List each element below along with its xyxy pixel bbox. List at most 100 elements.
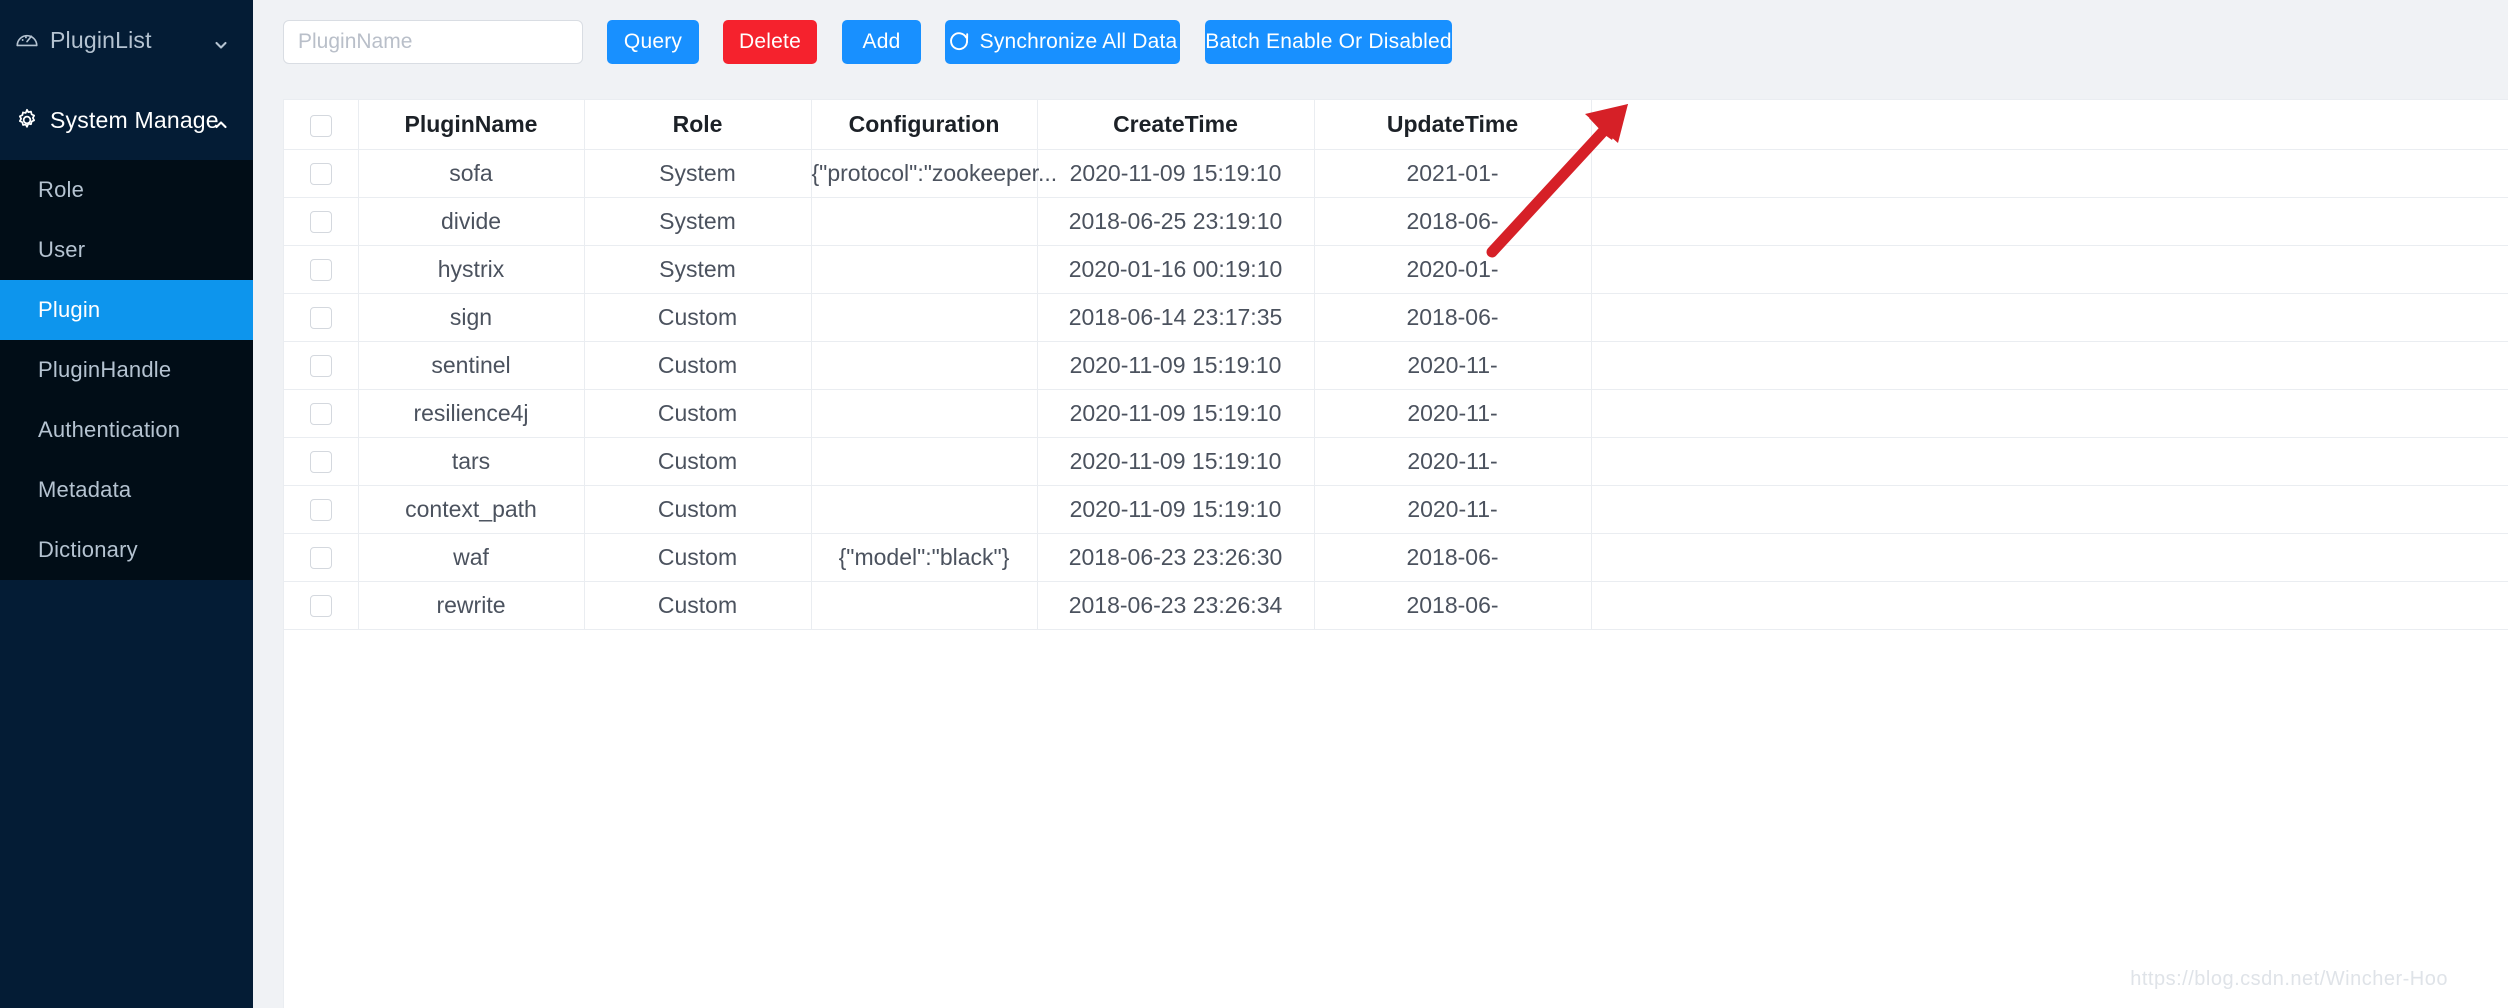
- column-header-role[interactable]: Role: [584, 100, 812, 150]
- plugin-table-container[interactable]: PluginName Role Configuration CreateTime…: [283, 99, 2508, 1008]
- cell-overflow: [1591, 149, 2508, 198]
- row-checkbox[interactable]: [309, 307, 332, 330]
- sidebar-item-user[interactable]: User: [0, 220, 253, 280]
- cell-createtime: 2020-11-09 15:19:10: [1037, 485, 1315, 534]
- row-checkbox[interactable]: [309, 355, 332, 378]
- table-row[interactable]: waf Custom {"model":"black"} 2018-06-23 23:…: [284, 533, 2508, 582]
- row-checkbox-cell[interactable]: [284, 293, 359, 342]
- cell-overflow: [1591, 581, 2508, 630]
- row-checkbox[interactable]: [309, 403, 332, 426]
- row-checkbox-cell[interactable]: [284, 533, 359, 582]
- table-row[interactable]: sofa System {"protocol":"zookeeper... 2020-…: [284, 149, 2508, 198]
- column-header-updatetime[interactable]: UpdateTime: [1314, 100, 1592, 150]
- synchronize-all-data-button[interactable]: Synchronize All Data: [945, 20, 1180, 64]
- row-checkbox[interactable]: [309, 499, 332, 522]
- column-header-createtime[interactable]: CreateTime: [1037, 100, 1315, 150]
- cell-configuration: [811, 293, 1038, 342]
- delete-button[interactable]: Delete: [723, 20, 817, 64]
- cell-overflow: [1591, 485, 2508, 534]
- cell-createtime: 2018-06-23 23:26:34: [1037, 581, 1315, 630]
- cell-role: Custom: [584, 533, 812, 582]
- sidebar-item-plugin[interactable]: Plugin: [0, 280, 253, 340]
- cell-pluginname: waf: [358, 533, 585, 582]
- chevron-up-icon[interactable]: [213, 112, 229, 129]
- cell-updatetime: 2020-11-: [1314, 389, 1592, 438]
- cell-role: Custom: [584, 341, 812, 390]
- column-header-pluginname[interactable]: PluginName: [358, 100, 585, 150]
- cell-overflow: [1591, 197, 2508, 246]
- cell-configuration: {"protocol":"zookeeper...: [811, 149, 1057, 198]
- table-row[interactable]: resilience4j Custom 2020-11-09 15:19:10 202…: [284, 389, 2508, 438]
- row-checkbox-cell[interactable]: [284, 149, 359, 198]
- sidebar-item-label: Role: [38, 177, 85, 202]
- cell-pluginname: sentinel: [358, 341, 585, 390]
- cell-overflow: [1591, 437, 2508, 486]
- cell-configuration: {"model":"black"}: [811, 533, 1038, 582]
- sidebar-item-system-manage[interactable]: System Manage: [0, 80, 253, 160]
- select-all-checkbox[interactable]: [309, 114, 332, 137]
- cell-updatetime: 2018-06-: [1314, 197, 1592, 246]
- select-all-header[interactable]: [284, 100, 359, 150]
- row-checkbox[interactable]: [309, 547, 332, 570]
- main-content: Query Delete Add Synchronize All Data Ba…: [253, 0, 2508, 1008]
- cell-configuration: [811, 581, 1038, 630]
- row-checkbox[interactable]: [309, 451, 332, 474]
- batch-enable-or-disabled-button[interactable]: Batch Enable Or Disabled: [1205, 20, 1452, 64]
- table-row[interactable]: rewrite Custom 2018-06-23 23:26:34 2018-06-: [284, 581, 2508, 630]
- cell-updatetime: 2020-11-: [1314, 485, 1592, 534]
- table-row[interactable]: tars Custom 2020-11-09 15:19:10 2020-11-: [284, 437, 2508, 486]
- cell-pluginname: rewrite: [358, 581, 585, 630]
- gear-icon: [14, 107, 48, 133]
- sidebar-item-role[interactable]: Role: [0, 160, 253, 220]
- row-checkbox[interactable]: [309, 259, 332, 282]
- row-checkbox-cell[interactable]: [284, 341, 359, 390]
- column-header-overflow: [1591, 100, 2508, 150]
- sidebar-item-metadata[interactable]: Metadata: [0, 460, 253, 520]
- table-row[interactable]: sign Custom 2018-06-14 23:17:35 2018-06-: [284, 293, 2508, 342]
- column-header-configuration[interactable]: Configuration: [811, 100, 1038, 150]
- cell-updatetime: 2020-01-: [1314, 245, 1592, 294]
- add-button[interactable]: Add: [842, 20, 921, 64]
- row-checkbox-cell[interactable]: [284, 245, 359, 294]
- cell-pluginname: hystrix: [358, 245, 585, 294]
- add-button-label: Add: [862, 30, 901, 53]
- cell-createtime: 2018-06-14 23:17:35: [1037, 293, 1315, 342]
- sidebar-item-pluginlist[interactable]: PluginList: [0, 0, 253, 80]
- cell-updatetime: 2018-06-: [1314, 293, 1592, 342]
- cell-configuration: [811, 437, 1038, 486]
- row-checkbox-cell[interactable]: [284, 485, 359, 534]
- sidebar-item-label: System Manage: [50, 106, 219, 133]
- cell-createtime: 2018-06-25 23:19:10: [1037, 197, 1315, 246]
- sidebar-item-authentication[interactable]: Authentication: [0, 400, 253, 460]
- cell-role: System: [584, 245, 812, 294]
- sidebar-item-label: Dictionary: [38, 537, 138, 562]
- sidebar-item-label: Metadata: [38, 477, 132, 502]
- sidebar-item-dictionary[interactable]: Dictionary: [0, 520, 253, 580]
- table-row[interactable]: sentinel Custom 2020-11-09 15:19:10 2020-11…: [284, 341, 2508, 390]
- row-checkbox-cell[interactable]: [284, 581, 359, 630]
- dashboard-icon: [14, 27, 48, 53]
- search-input[interactable]: [283, 20, 583, 64]
- sidebar-item-label: PluginList: [50, 26, 152, 53]
- sidebar-item-label: PluginHandle: [38, 357, 172, 382]
- cell-pluginname: tars: [358, 437, 585, 486]
- chevron-down-icon[interactable]: [213, 32, 229, 49]
- table-row[interactable]: hystrix System 2020-01-16 00:19:10 2020-01-: [284, 245, 2508, 294]
- row-checkbox[interactable]: [309, 163, 332, 186]
- row-checkbox-cell[interactable]: [284, 197, 359, 246]
- row-checkbox-cell[interactable]: [284, 437, 359, 486]
- cell-configuration: [811, 341, 1038, 390]
- row-checkbox[interactable]: [309, 595, 332, 618]
- cell-createtime: 2020-11-09 15:19:10: [1037, 389, 1315, 438]
- table-row[interactable]: context_path Custom 2020-11-09 15:19:10 202…: [284, 485, 2508, 534]
- sidebar-item-label: Plugin: [38, 297, 101, 322]
- row-checkbox[interactable]: [309, 211, 332, 234]
- cell-createtime: 2020-11-09 15:19:10: [1037, 437, 1315, 486]
- table-row[interactable]: divide System 2018-06-25 23:19:10 2018-06-: [284, 197, 2508, 246]
- cell-role: Custom: [584, 581, 812, 630]
- cell-pluginname: sign: [358, 293, 585, 342]
- sidebar-item-pluginhandle[interactable]: PluginHandle: [0, 340, 253, 400]
- table-header-row: PluginName Role Configuration CreateTime…: [284, 100, 2508, 150]
- row-checkbox-cell[interactable]: [284, 389, 359, 438]
- query-button[interactable]: Query: [607, 20, 699, 64]
